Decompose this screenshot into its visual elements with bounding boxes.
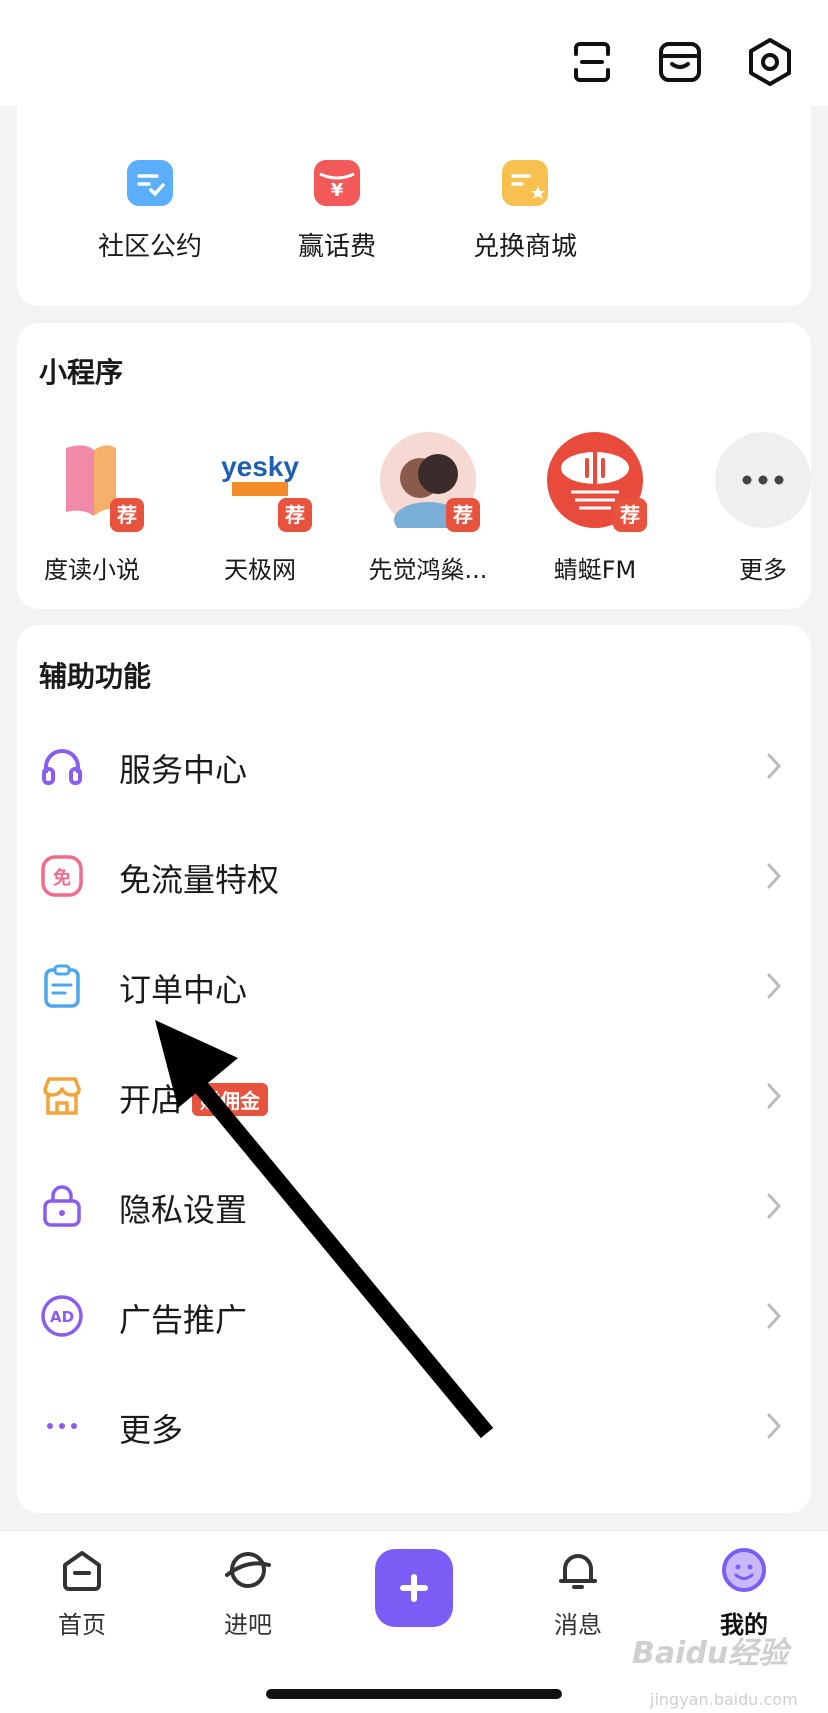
mini-programs-title: 小程序 <box>39 356 124 389</box>
feature-community-rules[interactable]: 社区公约 <box>70 160 230 263</box>
chevron-right-icon <box>761 1189 787 1223</box>
row-order-center[interactable]: 订单中心 <box>17 931 811 1041</box>
recommend-badge: 荐 <box>278 498 312 532</box>
yesky-logo-icon: yesky 荐 <box>212 432 312 532</box>
chevron-right-icon <box>761 969 787 1003</box>
lock-icon <box>39 1183 85 1229</box>
top-bar <box>0 0 828 106</box>
row-label: 更多 <box>119 1411 184 1449</box>
phone-fee-icon: ¥ <box>314 160 360 206</box>
headphones-icon <box>39 743 85 789</box>
free-data-icon: 免 <box>39 853 85 899</box>
row-label: 隐私设置 <box>119 1191 248 1229</box>
community-rules-icon <box>127 160 173 206</box>
post-plus-button[interactable] <box>375 1549 453 1627</box>
ad-icon: AD <box>39 1293 85 1339</box>
watermark: Baidu经验 <box>632 1636 789 1671</box>
mini-program-label: 先觉鸿燊... <box>368 556 488 584</box>
more-dots-icon <box>715 432 811 528</box>
feature-label: 兑换商城 <box>472 232 577 262</box>
tab-label: 进吧 <box>224 1611 272 1639</box>
mini-program-label: 度读小说 <box>44 556 140 584</box>
mini-program-yesky[interactable]: yesky 荐 天极网 <box>190 432 330 585</box>
svg-text:免: 免 <box>53 867 71 889</box>
aux-functions-title: 辅助功能 <box>39 660 152 693</box>
feature-label: 社区公约 <box>97 232 202 262</box>
tab-enter-bar[interactable]: 进吧 <box>193 1545 303 1640</box>
smiley-icon <box>719 1545 769 1595</box>
svg-text:AD: AD <box>50 1308 74 1326</box>
row-service-center[interactable]: 服务中心 <box>17 711 811 821</box>
exchange-mall-icon <box>502 160 548 206</box>
chevron-right-icon <box>761 1299 787 1333</box>
avatar-couple-icon: 荐 <box>380 432 480 538</box>
mini-program-more[interactable]: 更多 <box>693 432 828 585</box>
feature-phone-fee[interactable]: ¥ 赢话费 <box>257 160 417 263</box>
tab-label: 首页 <box>58 1611 106 1639</box>
row-more[interactable]: 更多 <box>17 1371 811 1481</box>
svg-text:yesky: yesky <box>221 451 299 482</box>
clipboard-icon <box>39 963 85 1009</box>
mini-program-label: 蜻蜓FM <box>553 556 637 584</box>
home-indicator <box>266 1689 562 1699</box>
bottom-tab-bar: 首页 进吧 消息 我的 <box>0 1530 828 1713</box>
row-privacy[interactable]: 隐私设置 <box>17 1151 811 1261</box>
tab-mine[interactable]: 我的 <box>689 1545 799 1640</box>
row-label: 免流量特权 <box>119 861 280 899</box>
mini-program-qingting[interactable]: 荐 蜻蜓FM <box>525 432 665 585</box>
home-icon <box>57 1545 107 1595</box>
store-icon[interactable] <box>654 36 706 88</box>
commission-tag: 赚佣金 <box>192 1083 268 1116</box>
row-open-shop[interactable]: 开店 赚佣金 <box>17 1041 811 1151</box>
more-dots-icon <box>39 1403 85 1449</box>
scan-icon[interactable] <box>566 36 618 88</box>
recommend-badge: 荐 <box>110 498 144 532</box>
feature-exchange-mall[interactable]: 兑换商城 <box>445 160 605 263</box>
row-label: 服务中心 <box>119 751 248 789</box>
mini-program-dudu[interactable]: 荐 度读小说 <box>22 432 162 585</box>
mini-program-label: 天极网 <box>224 556 296 584</box>
bell-icon <box>553 1545 603 1595</box>
tab-messages[interactable]: 消息 <box>523 1545 633 1640</box>
chevron-right-icon <box>761 749 787 783</box>
planet-icon <box>223 1545 273 1595</box>
row-advertising[interactable]: AD 广告推广 <box>17 1261 811 1371</box>
watermark-url: jingyan.baidu.com <box>650 1690 798 1709</box>
row-label: 开店 <box>119 1081 184 1119</box>
chevron-right-icon <box>761 1409 787 1443</box>
settings-icon[interactable] <box>744 36 796 88</box>
row-free-data[interactable]: 免 免流量特权 <box>17 821 811 931</box>
mini-program-label: 更多 <box>739 556 787 584</box>
recommend-badge: 荐 <box>446 498 480 532</box>
feature-label: 赢话费 <box>297 232 376 262</box>
radio-logo-icon: 荐 <box>547 432 647 532</box>
shop-icon <box>39 1073 85 1119</box>
row-label: 广告推广 <box>119 1301 248 1339</box>
mini-program-xianjue[interactable]: 荐 先觉鸿燊... <box>358 432 498 585</box>
tab-label: 消息 <box>554 1611 602 1639</box>
svg-text:¥: ¥ <box>331 180 344 201</box>
book-logo-icon: 荐 <box>44 432 144 532</box>
tab-home[interactable]: 首页 <box>27 1545 137 1640</box>
chevron-right-icon <box>761 1079 787 1113</box>
recommend-badge: 荐 <box>613 498 647 532</box>
row-label: 订单中心 <box>119 971 248 1009</box>
chevron-right-icon <box>761 859 787 893</box>
